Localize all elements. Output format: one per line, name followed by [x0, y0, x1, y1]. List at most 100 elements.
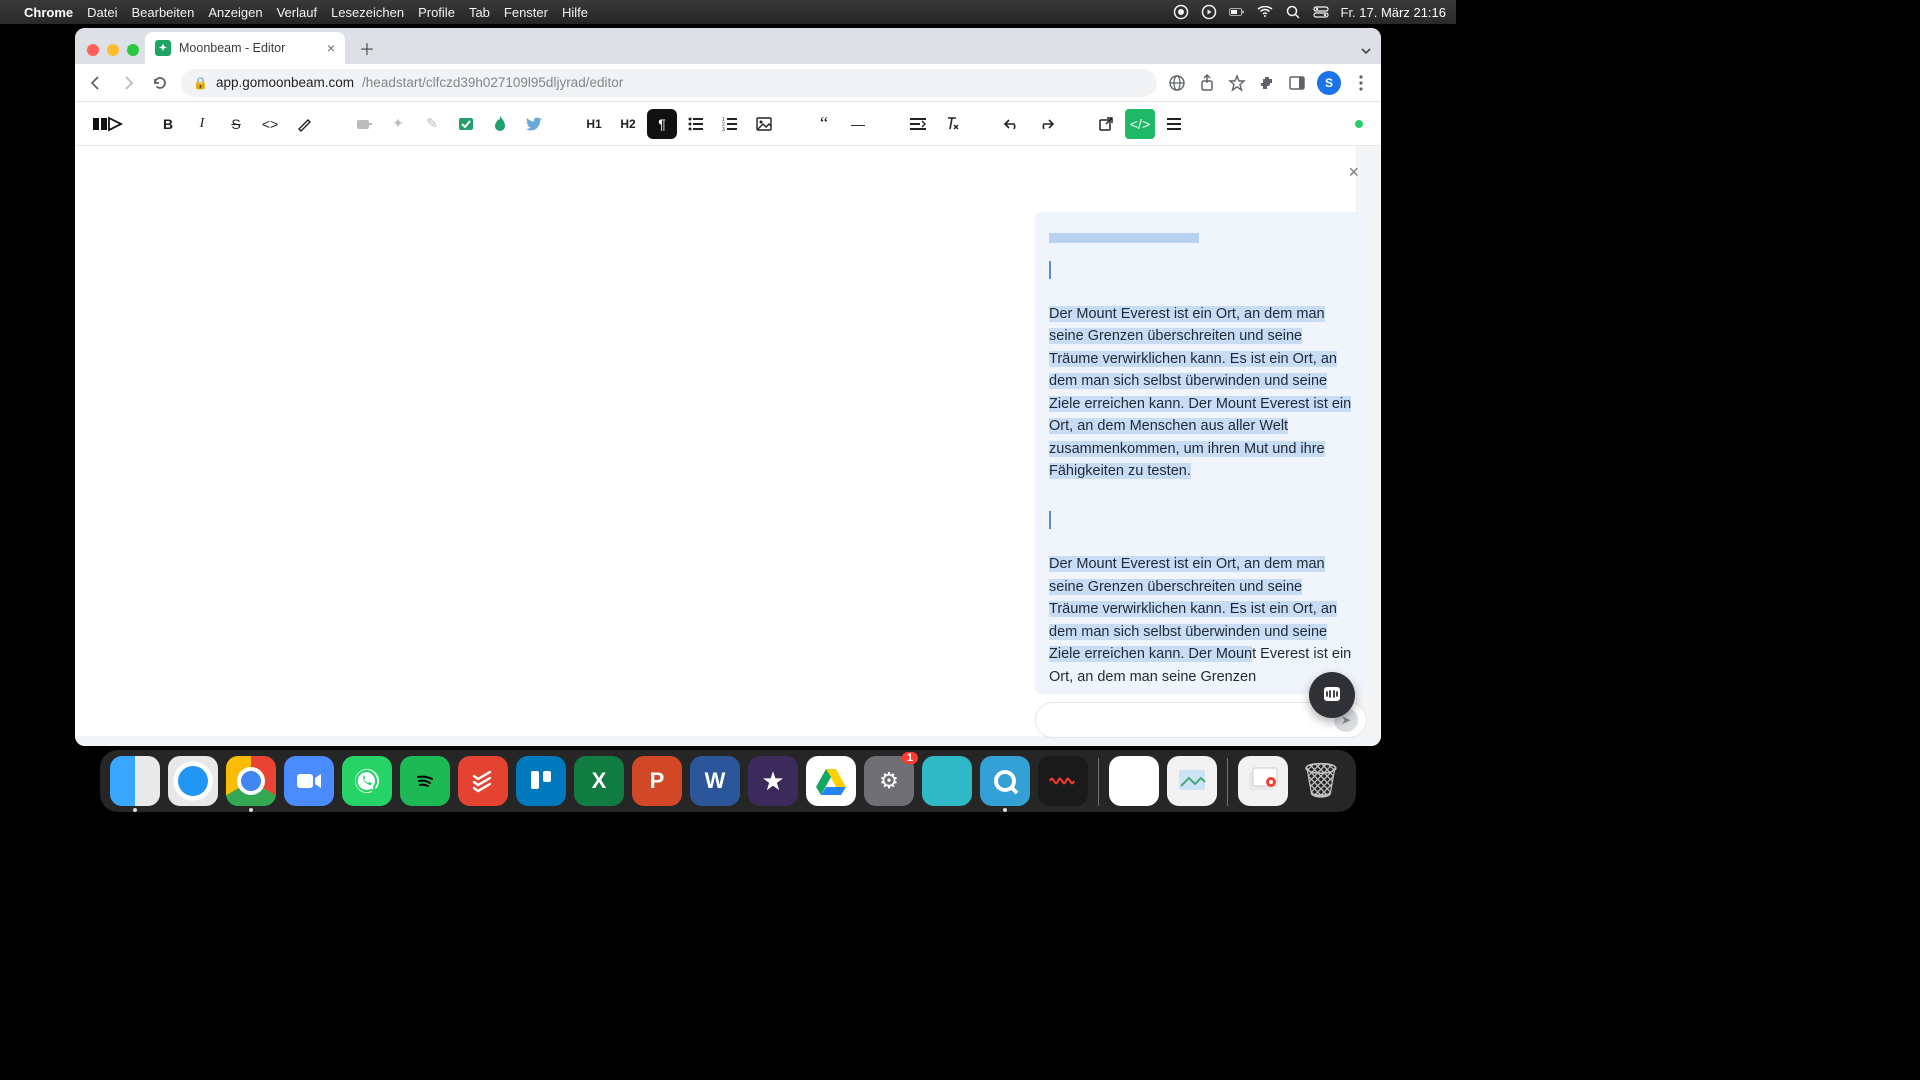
tab-close-button[interactable]: × — [327, 40, 335, 56]
wifi-icon[interactable] — [1257, 4, 1273, 20]
image-button[interactable] — [749, 109, 779, 139]
dock-zoom[interactable] — [284, 756, 334, 806]
menubar-datetime[interactable]: Fr. 17. März 21:16 — [1341, 5, 1447, 20]
undo-button[interactable] — [997, 109, 1027, 139]
clear-formatting-button[interactable] — [937, 109, 967, 139]
italic-button[interactable]: I — [187, 109, 217, 139]
open-external-button[interactable] — [1091, 109, 1121, 139]
control-center-icon[interactable] — [1313, 4, 1329, 20]
dock-voice-memos[interactable] — [1038, 756, 1088, 806]
save-status-indicator — [1355, 120, 1363, 128]
screen-record-icon[interactable] — [1173, 4, 1189, 20]
code-block-button[interactable]: </> — [1125, 109, 1155, 139]
tab-title: Moonbeam - Editor — [179, 41, 285, 55]
align-button[interactable] — [903, 109, 933, 139]
selection-fragment — [1049, 233, 1199, 243]
h1-button[interactable]: H1 — [579, 109, 609, 139]
bold-button[interactable]: B — [153, 109, 183, 139]
dock-downloads-stack[interactable] — [1238, 756, 1288, 806]
ai-panel-close-button[interactable]: × — [1348, 162, 1359, 183]
share-button[interactable] — [1197, 73, 1217, 93]
dock-spotify[interactable] — [400, 756, 450, 806]
new-tab-button[interactable]: ＋ — [353, 34, 381, 62]
battery-icon[interactable] — [1229, 4, 1245, 20]
bullet-list-button[interactable] — [681, 109, 711, 139]
moonbeam-logo-icon[interactable] — [93, 114, 123, 134]
menu-hilfe[interactable]: Hilfe — [562, 5, 588, 20]
h2-button[interactable]: H2 — [613, 109, 643, 139]
nav-reload-button[interactable] — [149, 72, 171, 94]
site-lock-icon[interactable]: 🔒 — [193, 76, 208, 90]
redo-button[interactable] — [1031, 109, 1061, 139]
dock-trash[interactable]: 🗑 — [1296, 756, 1346, 806]
dock-excel[interactable]: X — [574, 756, 624, 806]
profile-avatar[interactable]: S — [1317, 71, 1341, 95]
ai-paragraph-1: Der Mount Everest ist ein Ort, an dem ma… — [1049, 303, 1353, 483]
settings-badge: 1 — [902, 752, 918, 764]
outline-panel-button[interactable] — [1159, 109, 1189, 139]
dock-safari[interactable] — [168, 756, 218, 806]
ai-chat-text-field[interactable] — [1050, 712, 1334, 728]
window-close-button[interactable] — [87, 44, 99, 56]
dock-recent-1[interactable] — [1109, 756, 1159, 806]
ai-side-panel: × Der Mount Everest ist ein Ort, an dem … — [1035, 164, 1367, 738]
spotlight-icon[interactable] — [1285, 4, 1301, 20]
ai-action-1-button[interactable] — [349, 109, 379, 139]
dock-word[interactable]: W — [690, 756, 740, 806]
menu-profile[interactable]: Profile — [418, 5, 455, 20]
numbered-list-button[interactable]: 123 — [715, 109, 745, 139]
dock-chrome[interactable] — [226, 756, 276, 806]
editor-toolbar: B I S <> ✦ ✎ H1 H2 ¶ 123 “ — — [75, 102, 1381, 146]
dock-powerpoint[interactable]: P — [632, 756, 682, 806]
strikethrough-button[interactable]: S — [221, 109, 251, 139]
svg-text:3: 3 — [722, 127, 725, 131]
highlight-button[interactable] — [289, 109, 319, 139]
bookmark-star-icon[interactable] — [1227, 73, 1247, 93]
menu-bearbeiten[interactable]: Bearbeiten — [131, 5, 194, 20]
dock-whatsapp[interactable] — [342, 756, 392, 806]
menu-fenster[interactable]: Fenster — [504, 5, 548, 20]
quote-button[interactable]: “ — [809, 109, 839, 139]
intercom-chat-button[interactable] — [1309, 672, 1355, 718]
menubar-app-name[interactable]: Chrome — [24, 5, 73, 20]
window-minimize-button[interactable] — [107, 44, 119, 56]
url-path: /headstart/clfczd39h027109l95dljyrad/edi… — [362, 75, 623, 90]
dock-google-drive[interactable] — [806, 756, 856, 806]
ai-sparkle-button[interactable]: ✦ — [383, 109, 413, 139]
dock-todoist[interactable] — [458, 756, 508, 806]
window-zoom-button[interactable] — [127, 44, 139, 56]
macos-dock: X P W ★ ⚙1 🗑 — [100, 750, 1356, 812]
nav-back-button[interactable] — [85, 72, 107, 94]
horizontal-rule-button[interactable]: — — [843, 109, 873, 139]
editor-content: × Der Mount Everest ist ein Ort, an dem … — [75, 146, 1381, 746]
ai-edit-button[interactable]: ✎ — [417, 109, 447, 139]
dock-finder[interactable] — [110, 756, 160, 806]
code-button[interactable]: <> — [255, 109, 285, 139]
browser-tab[interactable]: ✦ Moonbeam - Editor × — [145, 32, 345, 64]
paragraph-button[interactable]: ¶ — [647, 109, 677, 139]
now-playing-icon[interactable] — [1201, 4, 1217, 20]
dock-app-cyan[interactable] — [922, 756, 972, 806]
omnibox[interactable]: 🔒 app.gomoonbeam.com/headstart/clfczd39h… — [181, 69, 1157, 97]
dock-imovie[interactable]: ★ — [748, 756, 798, 806]
dock-quicktime[interactable] — [980, 756, 1030, 806]
side-panel-icon[interactable] — [1287, 73, 1307, 93]
dock-system-settings[interactable]: ⚙1 — [864, 756, 914, 806]
nav-forward-button[interactable] — [117, 72, 139, 94]
extensions-icon[interactable] — [1257, 73, 1277, 93]
chrome-menu-button[interactable] — [1351, 73, 1371, 93]
ai-paragraph-2: Der Mount Everest ist ein Ort, an dem ma… — [1049, 553, 1353, 688]
menu-tab[interactable]: Tab — [469, 5, 490, 20]
menu-anzeigen[interactable]: Anzeigen — [208, 5, 262, 20]
menu-verlauf[interactable]: Verlauf — [277, 5, 317, 20]
twitter-share-button[interactable] — [519, 109, 549, 139]
dock-trello[interactable] — [516, 756, 566, 806]
ai-panel-body[interactable]: Der Mount Everest ist ein Ort, an dem ma… — [1035, 212, 1367, 694]
menu-datei[interactable]: Datei — [87, 5, 117, 20]
ai-flame-button[interactable] — [485, 109, 515, 139]
menu-lesezeichen[interactable]: Lesezeichen — [331, 5, 404, 20]
dock-recent-preview[interactable] — [1167, 756, 1217, 806]
ai-green-check-button[interactable] — [451, 109, 481, 139]
tab-overflow-button[interactable] — [1359, 44, 1373, 58]
google-translate-icon[interactable] — [1167, 73, 1187, 93]
